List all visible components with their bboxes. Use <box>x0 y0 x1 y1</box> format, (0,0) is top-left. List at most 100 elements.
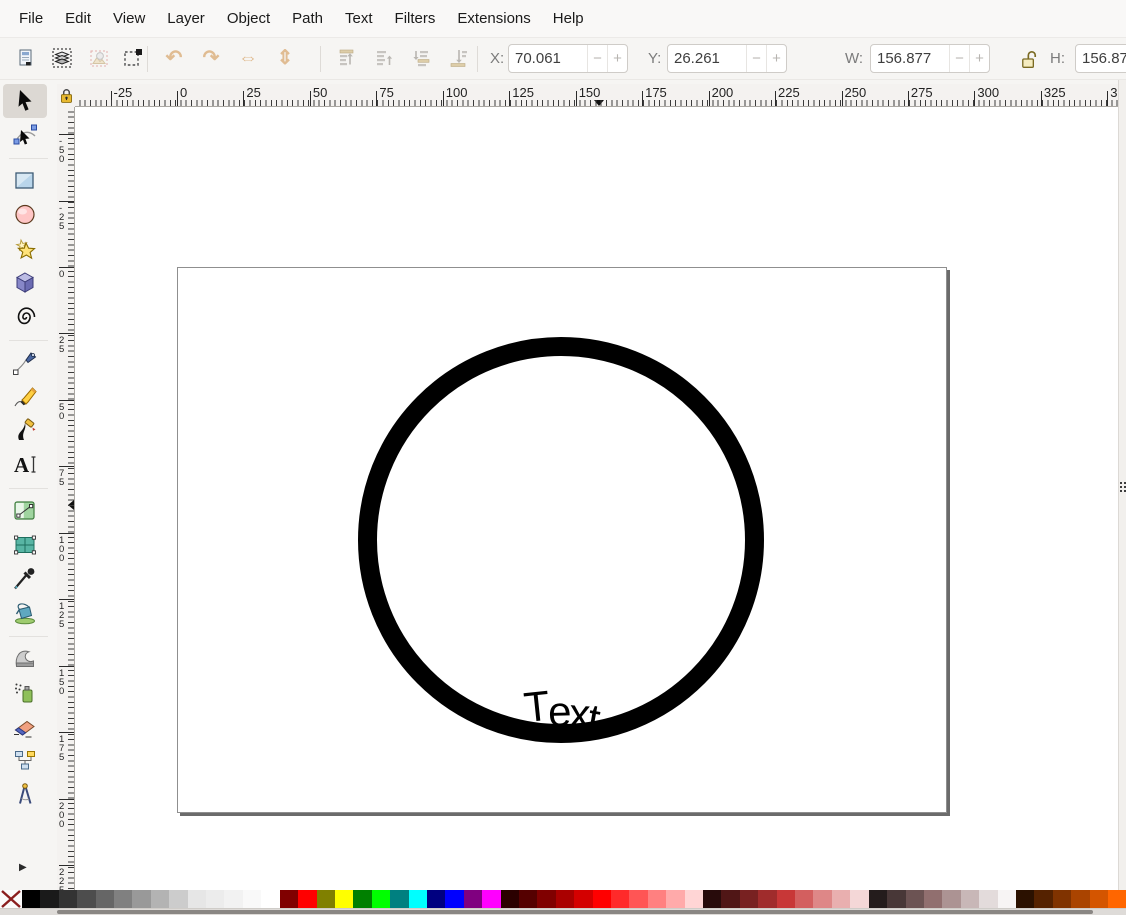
vertical-ruler[interactable]: -50-250255075100125150175200225 <box>57 107 75 890</box>
menu-layer[interactable]: Layer <box>156 0 216 38</box>
raise-button[interactable] <box>371 45 397 71</box>
y-decrement-button[interactable]: − <box>746 45 766 72</box>
select-all-in-all-layers-button[interactable] <box>49 45 75 71</box>
gradient-tool[interactable] <box>3 494 47 528</box>
menu-filters[interactable]: Filters <box>384 0 447 38</box>
measure-tool[interactable] <box>3 778 47 812</box>
palette-swatch-c8b7b7[interactable] <box>961 890 979 908</box>
palette-swatch-b3b3b3[interactable] <box>151 890 169 908</box>
palette-swatch-0000ff[interactable] <box>445 890 463 908</box>
palette-swatch-000080[interactable] <box>427 890 445 908</box>
palette-swatch-2b0000[interactable] <box>501 890 519 908</box>
connector-tool[interactable] <box>3 744 47 778</box>
calligraphy-tool[interactable] <box>3 414 47 448</box>
palette-swatch-800000[interactable] <box>537 890 555 908</box>
palette-swatch-916f6f[interactable] <box>924 890 942 908</box>
palette-swatch-f4d7d7[interactable] <box>850 890 868 908</box>
palette-swatch-808080[interactable] <box>114 890 132 908</box>
selector-tool[interactable] <box>3 84 47 118</box>
tweak-tool[interactable] <box>3 642 47 676</box>
snap-toolbar-grip[interactable] <box>1120 478 1126 496</box>
palette-swatch-e6e6e6[interactable] <box>188 890 206 908</box>
palette-swatch-ff5555[interactable] <box>629 890 647 908</box>
no-color-swatch[interactable] <box>0 890 22 908</box>
w-decrement-button[interactable]: − <box>949 45 969 72</box>
palette-swatch-2b1100[interactable] <box>1016 890 1034 908</box>
palette-swatch-6c5353[interactable] <box>906 890 924 908</box>
box3d-tool[interactable] <box>3 266 47 300</box>
w-field[interactable]: 156.877−+ <box>870 44 990 73</box>
mesh-tool[interactable] <box>3 528 47 562</box>
rectangle-tool[interactable] <box>3 164 47 198</box>
palette-swatch-00ffff[interactable] <box>409 890 427 908</box>
paint-bucket-tool[interactable] <box>3 596 47 630</box>
palette-swatch-cccccc[interactable] <box>169 890 187 908</box>
lock-guides-toggle[interactable] <box>57 84 75 107</box>
palette-swatch-552200[interactable] <box>1034 890 1052 908</box>
palette-swatch-d45500[interactable] <box>1090 890 1108 908</box>
palette-swatch-ffff00[interactable] <box>335 890 353 908</box>
y-value[interactable]: 26.261 <box>668 45 746 72</box>
palette-swatch-008080[interactable] <box>390 890 408 908</box>
text-on-path-object[interactable]: Text <box>524 686 598 728</box>
x-decrement-button[interactable]: − <box>587 45 607 72</box>
pencil-tool[interactable] <box>3 380 47 414</box>
toolbox-expand-arrow[interactable]: ▶ <box>19 862 27 873</box>
menu-file[interactable]: File <box>8 0 54 38</box>
spiral-tool[interactable] <box>3 300 47 334</box>
palette-swatch-d35f5f[interactable] <box>795 890 813 908</box>
x-field[interactable]: 70.061−+ <box>508 44 628 73</box>
palette-swatch-ffd5d5[interactable] <box>685 890 703 908</box>
palette-swatch-ffffff[interactable] <box>261 890 279 908</box>
menu-view[interactable]: View <box>102 0 156 38</box>
palette-swatch-c83737[interactable] <box>777 890 795 908</box>
palette-swatch-808000[interactable] <box>317 890 335 908</box>
lock-width-height-toggle[interactable] <box>1020 49 1040 69</box>
palette-swatch-4d4d4d[interactable] <box>77 890 95 908</box>
palette-swatch-782121[interactable] <box>740 890 758 908</box>
menu-text[interactable]: Text <box>334 0 384 38</box>
palette-swatch-f9f9f9[interactable] <box>243 890 261 908</box>
circle-object[interactable] <box>358 337 764 743</box>
palette-swatch-803300[interactable] <box>1053 890 1071 908</box>
w-increment-button[interactable]: + <box>969 45 989 72</box>
palette-swatch-ac9393[interactable] <box>942 890 960 908</box>
horizontal-scrollbar-thumb[interactable] <box>57 910 1093 914</box>
palette-swatch-ff8080[interactable] <box>648 890 666 908</box>
rotate-90-cw-button[interactable]: ↷ <box>198 45 224 71</box>
menu-help[interactable]: Help <box>542 0 595 38</box>
palette-swatch-1a1a1a[interactable] <box>40 890 58 908</box>
palette-swatch-241c1c[interactable] <box>869 890 887 908</box>
palette-swatch-800080[interactable] <box>464 890 482 908</box>
palette-swatch-280b0b[interactable] <box>703 890 721 908</box>
x-value[interactable]: 70.061 <box>509 45 587 72</box>
text-tool[interactable]: A <box>3 448 47 482</box>
palette-swatch-f2f2f2[interactable] <box>224 890 242 908</box>
pen-tool[interactable] <box>3 346 47 380</box>
palette-swatch-999999[interactable] <box>132 890 150 908</box>
y-increment-button[interactable]: + <box>766 45 786 72</box>
menu-object[interactable]: Object <box>216 0 281 38</box>
lower-to-bottom-button[interactable] <box>445 45 471 71</box>
select-all-button[interactable] <box>12 45 38 71</box>
palette-swatch-800000[interactable] <box>280 890 298 908</box>
palette-swatch-aa0000[interactable] <box>556 890 574 908</box>
spray-tool[interactable] <box>3 676 47 710</box>
h-field[interactable]: 156.87−+ <box>1075 44 1126 73</box>
palette-swatch-a02c2c[interactable] <box>758 890 776 908</box>
palette-swatch-ff00ff[interactable] <box>482 890 500 908</box>
lower-button[interactable] <box>408 45 434 71</box>
palette-swatch-00ff00[interactable] <box>372 890 390 908</box>
menu-path[interactable]: Path <box>281 0 334 38</box>
h-value[interactable]: 156.87 <box>1076 45 1126 72</box>
menu-edit[interactable]: Edit <box>54 0 102 38</box>
y-field[interactable]: 26.261−+ <box>667 44 787 73</box>
menu-extensions[interactable]: Extensions <box>446 0 541 38</box>
eraser-tool[interactable] <box>3 710 47 744</box>
flip-vertical-button[interactable]: ⇕ <box>272 45 298 71</box>
palette-swatch-ff2a2a[interactable] <box>611 890 629 908</box>
toggle-selection-cue-button[interactable] <box>120 45 146 71</box>
palette-swatch-550000[interactable] <box>519 890 537 908</box>
deselect-button[interactable] <box>86 45 112 71</box>
flip-horizontal-button[interactable]: ⇔ <box>235 45 261 71</box>
